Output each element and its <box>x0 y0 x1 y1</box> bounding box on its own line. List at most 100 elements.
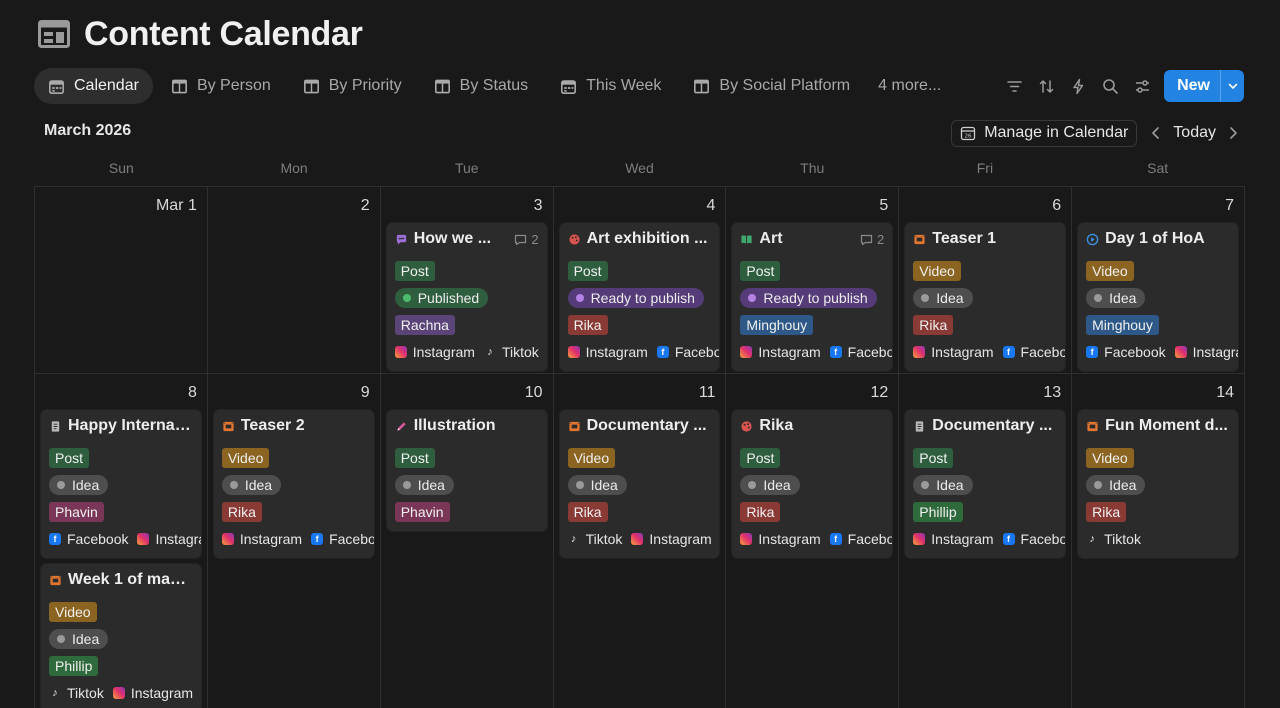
play-icon <box>1086 233 1099 246</box>
day-number: 8 <box>187 384 197 401</box>
content-card[interactable]: Fun Moment d... Video Idea Rika ♪ Tiktok <box>1078 410 1238 558</box>
status-label: Ready to publish <box>590 289 695 306</box>
content-card[interactable]: Art 2 Post Ready to publish Minghouy Instagra… <box>732 223 893 371</box>
day-cell[interactable]: 7 Day 1 of HoA Video Idea Minghouy f Facebook I… <box>1072 187 1245 374</box>
card-title: Teaser 2 <box>240 417 305 434</box>
day-cell[interactable]: 8 Happy Internationa... Post Idea Phavin f Fac… <box>35 374 208 708</box>
content-card[interactable]: How we ... 2 Post Published Rachna Instagram ♪… <box>386 223 547 371</box>
filter-icon[interactable] <box>998 70 1030 102</box>
day-cell[interactable]: Mar 1 <box>35 187 208 374</box>
person-tag: Rika <box>913 314 954 335</box>
day-cell[interactable]: 14 Fun Moment d... Video Idea Rika ♪ Tiktok <box>1072 374 1245 708</box>
weekday-label: Sat <box>1147 160 1169 176</box>
content-card[interactable]: Art exhibition ... Post Ready to publish Ri… <box>559 223 720 371</box>
chevron-down-icon[interactable] <box>1220 70 1244 102</box>
status-pill: Idea <box>221 474 282 495</box>
content-card[interactable]: Rika Post Idea Rika Instagram f Facebook <box>732 410 893 558</box>
weekday-label: Sun <box>108 160 134 176</box>
book-icon <box>740 233 753 246</box>
tab-by-social-platform[interactable]: By Social Platform <box>679 68 864 104</box>
status-pill: Idea <box>394 474 454 495</box>
tab-this-week[interactable]: This Week <box>546 68 675 104</box>
platforms-row: Instagram f Facebook <box>913 525 1065 552</box>
platform-label: Tiktok <box>501 343 539 360</box>
status-pill: Idea <box>740 474 800 495</box>
type-tag: Video <box>49 601 97 622</box>
content-card[interactable]: Happy Internationa... Post Idea Phavin f Face… <box>41 410 201 558</box>
content-card[interactable]: Documentary ... Post Idea Phillip Instagram f… <box>905 410 1066 558</box>
type-row: Video <box>913 257 1065 284</box>
type-tag: Post <box>49 447 90 468</box>
new-button-label[interactable]: New <box>1164 70 1220 102</box>
tab-by-person[interactable]: By Person <box>157 68 285 104</box>
status-label: Published <box>417 289 480 306</box>
status-row: Idea <box>394 471 547 498</box>
day-cell[interactable]: 13 Documentary ... Post Idea Phillip Instagra… <box>899 374 1073 708</box>
calendar-app-icon: 26 <box>961 126 976 141</box>
type-tag: Video <box>1086 447 1134 468</box>
day-number: 4 <box>706 197 716 214</box>
day-cell[interactable]: 12 Rika Post Idea Rika Instagram f Facebook <box>726 374 900 708</box>
platform-instagram: Instagram <box>631 531 712 547</box>
day-number: 12 <box>870 384 889 401</box>
tab-by-status[interactable]: By Status <box>420 68 542 104</box>
platform-label: Instagram <box>130 684 194 701</box>
day-cell[interactable]: 4 Art exhibition ... Post Ready to publish R… <box>553 187 727 374</box>
status-dot <box>1094 293 1103 302</box>
tab-label: By Person <box>196 77 271 94</box>
tab-label: Calendar <box>74 77 139 94</box>
card-header: Happy Internationa... <box>49 417 201 435</box>
card-title: Happy Internationa... <box>68 417 193 434</box>
instagram-icon <box>567 345 580 358</box>
person-row: Phavin <box>49 498 201 525</box>
day-cell[interactable]: 5 Art 2 Post Ready to publish Minghouy Instagr… <box>726 187 900 374</box>
day-cell[interactable]: 9 Teaser 2 Video Idea Rika Instagram f Facebook <box>208 374 381 708</box>
tab-calendar[interactable]: Calendar <box>34 68 153 104</box>
status-dot <box>229 480 238 489</box>
content-card[interactable]: Illustration Post Idea Phavin <box>386 410 547 531</box>
manage-in-calendar-button[interactable]: 26 Manage in Calendar <box>951 119 1138 147</box>
search-icon[interactable] <box>1094 70 1126 102</box>
today-button[interactable]: Today <box>1167 124 1222 142</box>
content-card[interactable]: Teaser 2 Video Idea Rika Instagram f Facebook <box>213 410 374 558</box>
document-icon <box>49 420 62 433</box>
more-views-button[interactable]: 4 more... <box>868 68 951 104</box>
person-row: Rika <box>567 311 720 338</box>
content-card[interactable]: Teaser 1 Video Idea Rika Instagram f Facebook <box>905 223 1066 371</box>
card-header: Week 1 of making... <box>49 571 201 589</box>
status-label: Idea <box>244 476 273 493</box>
lightning-icon[interactable] <box>1062 70 1094 102</box>
pencil-icon <box>395 420 408 433</box>
content-card[interactable]: Week 1 of making... Video Idea Phillip ♪ Tikt… <box>41 564 201 708</box>
previous-month-icon[interactable] <box>1145 119 1167 147</box>
content-card[interactable]: Documentary ... Video Idea Rika ♪ Tiktok Insta… <box>559 410 720 558</box>
person-tag: Phavin <box>49 501 104 522</box>
content-card[interactable]: Day 1 of HoA Video Idea Minghouy f Facebook In… <box>1078 223 1238 371</box>
day-cell[interactable]: 10 Illustration Post Idea Phavin <box>381 374 554 708</box>
day-cell[interactable]: 6 Teaser 1 Video Idea Rika Instagram f Facebook <box>899 187 1073 374</box>
comment-count-value: 2 <box>877 231 885 247</box>
day-number: 6 <box>1052 197 1062 214</box>
person-row: Rika <box>1086 498 1238 525</box>
facebook-icon: f <box>1002 532 1015 545</box>
day-cell[interactable]: 2 <box>207 187 381 374</box>
platform-tiktok: ♪ Tiktok <box>49 685 104 701</box>
facebook-icon: f <box>656 345 669 358</box>
tab-label: This Week <box>586 77 662 94</box>
status-pill: Published <box>394 287 489 308</box>
status-pill: Ready to publish <box>567 287 704 308</box>
platforms-row: f Facebook Instagram <box>49 525 201 552</box>
new-button[interactable]: New <box>1164 70 1244 102</box>
person-row: Phillip <box>49 652 201 679</box>
instagram-icon <box>740 532 753 545</box>
weekday-label: Tue <box>454 160 479 176</box>
settings-sliders-icon[interactable] <box>1126 70 1158 102</box>
day-cell[interactable]: 3 How we ... 2 Post Published Rachna Instagram… <box>380 187 554 374</box>
manage-in-calendar-label[interactable]: Manage in Calendar <box>984 124 1128 142</box>
tab-by-priority[interactable]: By Priority <box>289 68 416 104</box>
platform-label: Instagram <box>931 530 994 547</box>
day-cell[interactable]: 11 Documentary ... Video Idea Rika ♪ Tiktok Ins… <box>554 374 727 708</box>
next-month-icon[interactable] <box>1222 119 1244 147</box>
platform-label: Instagram <box>155 530 200 547</box>
sort-icon[interactable] <box>1030 70 1062 102</box>
